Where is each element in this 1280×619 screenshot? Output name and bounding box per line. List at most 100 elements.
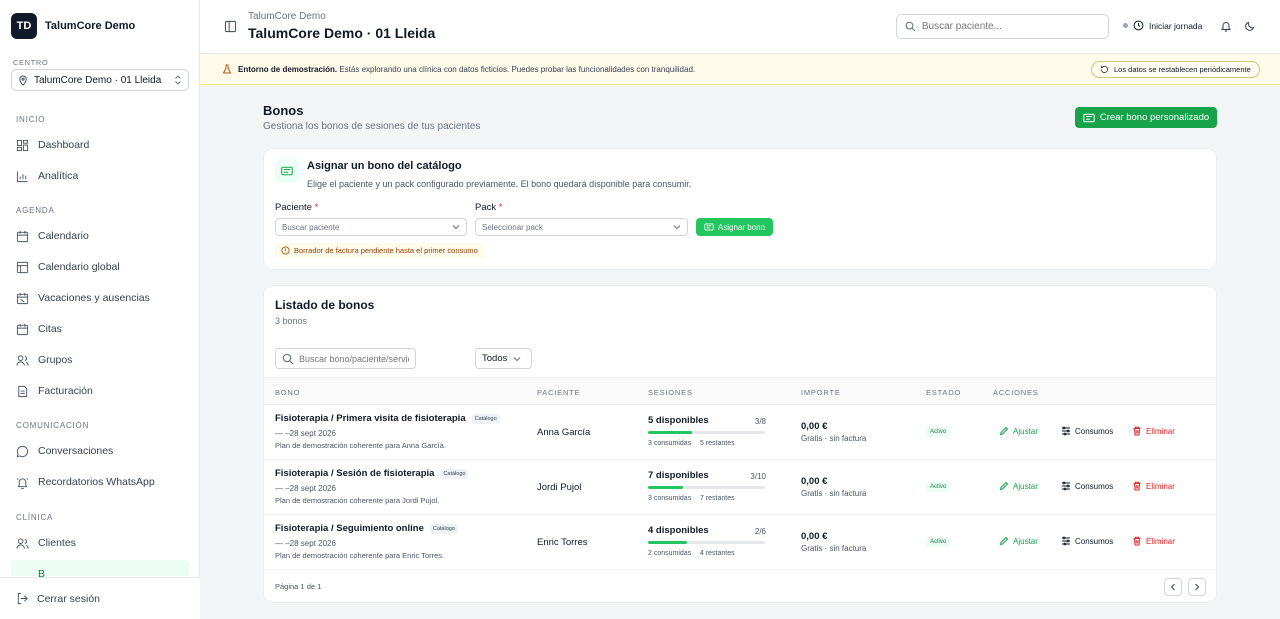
bono-amount-detail: Gratis · sin factura [801,489,867,498]
invoice-warning-text: Borrador de factura pendiente hasta el p… [294,246,478,255]
sessions-progress-fill [648,431,692,434]
bell-icon[interactable] [1220,20,1232,32]
sessions-used: 3 consumidas [648,495,692,502]
sessions-progress-bar [648,431,765,434]
center-label: CENTRO [13,58,49,67]
users-icon [16,354,29,366]
bono-patient[interactable]: Jordi Pujol [537,482,581,493]
invoice-icon [18,385,28,397]
adjust-button[interactable]: Ajustar [999,426,1038,436]
sessions-available: 5 disponibles [648,415,709,426]
consumos-button[interactable]: Consumos [1061,426,1113,436]
sidebar-item-analitica[interactable]: Analítica [16,167,78,185]
brand[interactable]: TD TalumCore Demo [11,13,135,39]
center-select-value: TalumCore Demo · 01 Lleida [34,74,162,86]
patient-search-input[interactable] [921,21,1100,32]
sidebar-item-dashboard[interactable]: Dashboard [16,136,89,154]
delete-button[interactable]: Eliminar [1132,481,1175,491]
adjust-button[interactable]: Ajustar [999,481,1038,491]
bono-search-input[interactable] [299,353,409,364]
create-custom-bono-button[interactable]: Crear bono personalizado [1075,107,1217,128]
list-filter-icon [1062,426,1070,436]
sessions-progress-bar [648,541,765,544]
bono-patient[interactable]: Anna García [537,427,590,438]
pack-select-placeholder: Seleccionar pack [482,222,543,232]
next-page-button[interactable] [1188,578,1206,596]
sidebar-item-label: Recordatorios WhatsApp [38,476,155,488]
chevron-updown-icon [175,75,181,85]
pencil-icon [999,536,1009,546]
delete-button[interactable]: Eliminar [1132,426,1175,436]
nav-section-clinica: CLÍNICA [16,513,54,522]
bono-title-text: Fisioterapia / Seguimiento online [275,523,424,534]
sidebar-item-clientes[interactable]: Clientes [16,534,76,552]
sessions-remaining: 7 restantes [700,495,735,502]
prev-page-button[interactable] [1164,578,1182,596]
start-day-button[interactable]: Iniciar jornada [1123,20,1202,31]
patient-select[interactable]: Buscar paciente [275,218,467,236]
status-dot [1123,23,1128,28]
chevron-down-icon [673,225,681,230]
bono-patient[interactable]: Enric Torres [537,537,588,548]
search-icon [282,353,294,364]
sidebar-item-facturacion[interactable]: Facturación [16,382,93,400]
assign-bono-button[interactable]: Asignar bono [696,218,773,236]
assign-icon-wrap [275,159,299,183]
sidebar-item-bonos[interactable]: B [11,560,189,580]
required-mark: * [498,202,503,213]
calendar-off-icon [16,292,29,304]
reset-info-pill: Los datos se restablecen periódicamente [1091,61,1260,78]
pencil-icon [999,481,1009,491]
bono-amount-detail: Gratis · sin factura [801,434,867,443]
sidebar-toggle-icon[interactable] [224,20,237,33]
bono-plan: Plan de demostración coherente para Enri… [275,551,445,560]
catalog-badge: Catálogo [471,413,500,424]
consumos-button[interactable]: Consumos [1061,481,1113,491]
adjust-button[interactable]: Ajustar [999,536,1038,546]
trash-icon [1133,481,1141,491]
sidebar-item-grupos[interactable]: Grupos [16,351,72,369]
sidebar-item-label: Calendario [38,230,89,242]
patient-search[interactable] [896,14,1109,39]
sidebar-item-conversaciones[interactable]: Conversaciones [16,442,113,460]
nav-section-agenda: AGENDA [16,206,55,215]
sessions-progress-bar [648,486,765,489]
adjust-label: Ajustar [1013,426,1038,436]
ticket-icon [704,223,714,231]
ticket-icon [1083,113,1095,122]
sidebar-item-calendario[interactable]: Calendario [16,227,89,245]
sessions-used: 3 consumidas [648,440,692,447]
sidebar-item-recordatorios[interactable]: Recordatorios WhatsApp [16,473,155,491]
pack-select[interactable]: Seleccionar pack [475,218,688,236]
logout-button[interactable]: Cerrar sesión [16,592,100,605]
list-filter-icon [1062,536,1070,546]
adjust-label: Ajustar [1013,481,1038,491]
delete-button[interactable]: Eliminar [1132,536,1175,546]
moon-icon[interactable] [1244,20,1256,32]
sidebar-item-calendario-global[interactable]: Calendario global [16,258,120,276]
bonos-list-card: Listado de bonos 3 bonos Todos BONO PACI… [263,285,1217,603]
required-mark: * [314,202,319,213]
assign-title: Asignar un bono del catálogo [307,160,462,172]
delete-label: Eliminar [1146,481,1175,491]
sidebar-item-citas[interactable]: Citas [16,320,62,338]
nav-section-comunicacion: COMUNICACIÓN [16,421,90,430]
sidebar-item-label: Analítica [38,170,79,182]
brand-logo: TD [11,13,37,39]
logout-icon [17,592,28,605]
bono-date: — –28 sept 2026 [275,539,336,548]
status-filter-select[interactable]: Todos [475,348,532,369]
list-count: 3 bonos [275,316,308,326]
bono-search[interactable] [275,348,416,369]
consumos-button[interactable]: Consumos [1061,536,1113,546]
bono-amount: 0,00 € [801,476,828,487]
reset-info-label: Los datos se restablecen periódicamente [1114,65,1251,74]
ticket-icon [281,166,293,176]
center-select[interactable]: TalumCore Demo · 01 Lleida [11,69,189,91]
location-pin-icon [19,74,27,86]
sessions-progress-fill [648,486,684,489]
sidebar-item-vacaciones[interactable]: Vacaciones y ausencias [16,289,150,307]
bono-amount-detail: Gratis · sin factura [801,544,867,553]
sidebar-item-label: Vacaciones y ausencias [38,292,150,304]
start-day-label: Iniciar jornada [1149,20,1203,31]
